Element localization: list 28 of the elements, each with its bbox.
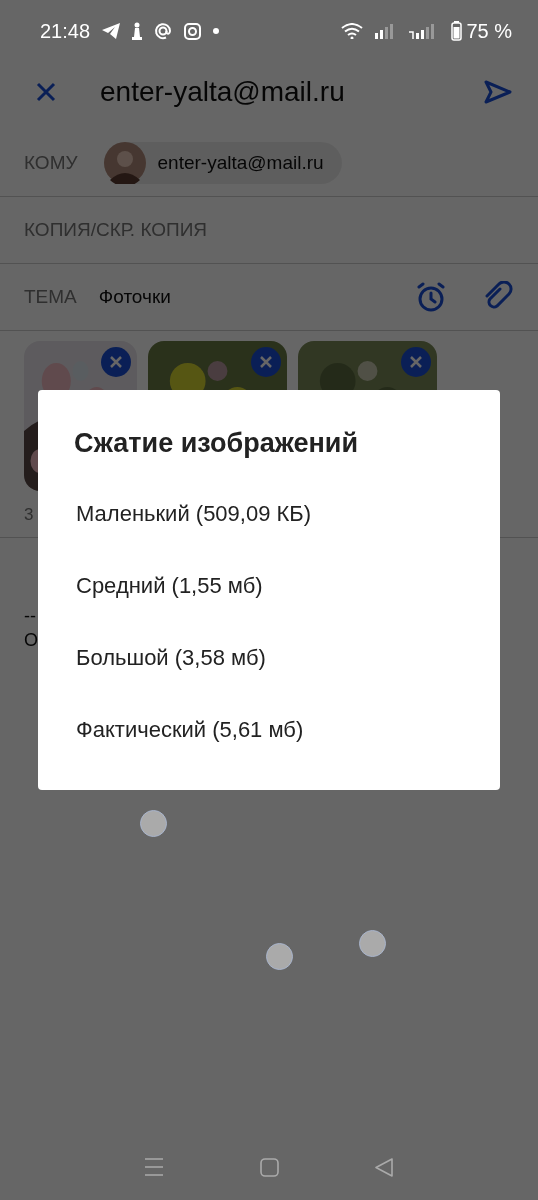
status-time: 21:48 [40, 19, 91, 43]
subject-field[interactable]: Фоточки [98, 286, 390, 308]
dialog-option[interactable]: Большой (3,58 мб) [74, 645, 464, 717]
signature-text: О [23, 629, 39, 652]
close-icon [110, 356, 122, 368]
camera-icon [184, 22, 202, 40]
dot-icon [213, 28, 220, 34]
paper-plane-icon [102, 23, 121, 39]
signature-text: -- [23, 605, 37, 628]
send-icon[interactable] [484, 80, 512, 104]
close-icon[interactable] [36, 82, 56, 102]
close-icon [260, 356, 272, 368]
dialog-option[interactable]: Средний (1,55 мб) [74, 573, 464, 645]
battery-icon [451, 21, 463, 41]
figure-icon [132, 22, 143, 40]
at-sign-icon [154, 22, 173, 40]
close-icon [410, 356, 422, 368]
battery-level: 75 % [466, 19, 512, 43]
back-icon[interactable] [375, 1157, 394, 1177]
dialog-title: Сжатие изображений [74, 428, 359, 459]
alarm-clock-icon[interactable] [416, 282, 446, 312]
dialog-option[interactable]: Фактический (5,61 мб) [74, 717, 464, 789]
menu-icon[interactable] [144, 1158, 164, 1176]
dialog-option[interactable]: Маленький (509,09 КБ) [74, 501, 464, 573]
avatar [103, 142, 146, 184]
wifi-icon [341, 23, 364, 39]
window-title: enter-yalta@mail.ru [100, 76, 346, 108]
home-icon[interactable] [260, 1157, 279, 1177]
